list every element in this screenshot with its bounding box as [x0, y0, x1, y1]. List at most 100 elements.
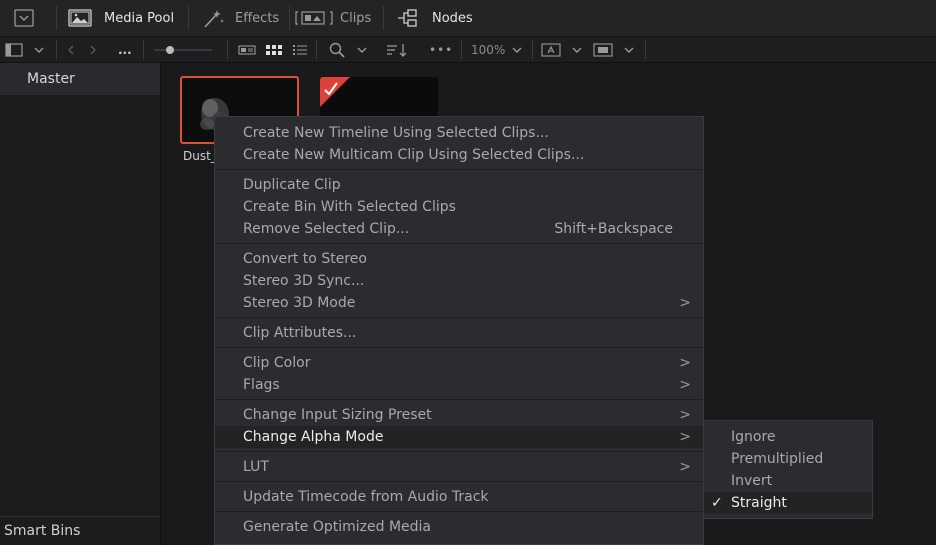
- zoom-dropdown[interactable]: 100%: [471, 37, 523, 62]
- menu-divider: [215, 481, 703, 482]
- menu-item-stereo-mode[interactable]: Stereo 3D Mode >: [215, 292, 703, 314]
- menu-divider: [215, 243, 703, 244]
- media-pool-label: Media Pool: [104, 10, 175, 26]
- menu-item-stereo-sync[interactable]: Stereo 3D Sync...: [215, 270, 703, 292]
- thumbnail-size-slider[interactable]: [152, 37, 214, 62]
- menu-item-clip-attributes[interactable]: Clip Attributes...: [215, 322, 703, 344]
- chevron-right-icon: >: [679, 407, 691, 423]
- sidebar-icon: [5, 42, 23, 57]
- submenu-item-label: Premultiplied: [731, 451, 824, 467]
- divider: [316, 40, 317, 59]
- effects-tab[interactable]: Effects: [202, 0, 279, 36]
- magic-wand-icon: [204, 10, 224, 28]
- menu-item-convert-stereo[interactable]: Convert to Stereo: [215, 248, 703, 270]
- menu-divider: [215, 169, 703, 170]
- menu-divider: [215, 399, 703, 400]
- menu-divider: [215, 511, 703, 512]
- alpha-option-invert[interactable]: Invert: [704, 470, 872, 492]
- chevron-right-icon: [90, 45, 96, 54]
- alpha-option-ignore[interactable]: Ignore: [704, 426, 872, 448]
- menu-divider: [215, 317, 703, 318]
- menu-item-duplicate-clip[interactable]: Duplicate Clip: [215, 174, 703, 196]
- chevron-down-box-icon: [14, 9, 34, 27]
- divider: [289, 6, 290, 30]
- panel-collapse-button[interactable]: [14, 0, 34, 36]
- menu-item-flags[interactable]: Flags >: [215, 374, 703, 396]
- chevron-down-icon: [624, 47, 634, 53]
- context-menu: Create New Timeline Using Selected Clips…: [214, 116, 704, 545]
- menu-item-create-multicam[interactable]: Create New Multicam Clip Using Selected …: [215, 144, 703, 166]
- back-button[interactable]: [66, 37, 76, 62]
- divider: [56, 6, 57, 30]
- menu-item-label: Create New Timeline Using Selected Clips…: [243, 125, 549, 141]
- metadata-view-icon: [238, 44, 256, 55]
- smart-bins-header[interactable]: Smart Bins: [0, 516, 160, 545]
- menu-item-clip-color[interactable]: Clip Color >: [215, 352, 703, 374]
- divider: [143, 40, 144, 59]
- zoom-value: 100%: [471, 42, 506, 57]
- menu-item-label: Change Input Sizing Preset: [243, 407, 432, 423]
- menu-item-label: Create Bin With Selected Clips: [243, 199, 456, 215]
- sidebar-options-dropdown[interactable]: [33, 37, 45, 62]
- more-options-button[interactable]: •••: [429, 37, 453, 62]
- grid-icon: [266, 44, 282, 55]
- chevron-right-icon: >: [679, 355, 691, 371]
- menu-item-label: Generate Optimized Media: [243, 519, 431, 535]
- chevron-down-icon: [34, 47, 44, 53]
- sort-icon: [387, 43, 407, 57]
- nodes-tab[interactable]: Nodes: [396, 0, 473, 36]
- bin-path[interactable]: ...: [118, 37, 132, 62]
- viewer-icon: [593, 42, 613, 57]
- menu-item-input-sizing[interactable]: Change Input Sizing Preset >: [215, 404, 703, 426]
- chevron-left-icon: [68, 45, 74, 54]
- menu-item-create-timeline[interactable]: Create New Timeline Using Selected Clips…: [215, 122, 703, 144]
- alpha-option-straight[interactable]: ✓ Straight: [704, 492, 872, 514]
- sort-button[interactable]: [386, 37, 408, 62]
- effects-label: Effects: [235, 10, 280, 26]
- display-options-dropdown[interactable]: [571, 37, 583, 62]
- menu-item-label: Stereo 3D Sync...: [243, 273, 365, 289]
- menu-item-generate-optimized[interactable]: Generate Optimized Media: [215, 516, 703, 538]
- alpha-option-premultiplied[interactable]: Premultiplied: [704, 448, 872, 470]
- chevron-down-icon: [572, 47, 582, 53]
- checkmark-icon: ✓: [711, 495, 723, 511]
- forward-button[interactable]: [88, 37, 98, 62]
- menu-item-remove-clip[interactable]: Remove Selected Clip... Shift+Backspace: [215, 218, 703, 240]
- nodes-icon: [398, 9, 417, 27]
- divider: [227, 40, 228, 59]
- metadata-view-button[interactable]: [238, 37, 256, 62]
- menu-item-alpha-mode[interactable]: Change Alpha Mode >: [215, 426, 703, 448]
- search-options-dropdown[interactable]: [356, 37, 368, 62]
- divider: [532, 40, 533, 59]
- clips-label: Clips: [340, 10, 372, 26]
- search-button[interactable]: [329, 37, 345, 62]
- menu-item-lut[interactable]: LUT >: [215, 456, 703, 478]
- menu-item-label: Duplicate Clip: [243, 177, 341, 193]
- menu-item-label: Flags: [243, 377, 280, 393]
- divider: [461, 40, 462, 59]
- chevron-right-icon: >: [679, 429, 691, 445]
- submenu-item-label: Straight: [731, 495, 787, 511]
- nodes-label: Nodes: [432, 10, 473, 26]
- media-pool-tab[interactable]: Media Pool: [68, 0, 174, 36]
- list-view-button[interactable]: [292, 37, 308, 62]
- media-pool-toolbar: ... ••• 100%: [0, 37, 936, 63]
- list-icon: [293, 44, 307, 55]
- menu-item-create-bin[interactable]: Create Bin With Selected Clips: [215, 196, 703, 218]
- divider: [56, 40, 57, 59]
- menu-item-label: Change Alpha Mode: [243, 429, 384, 445]
- divider: [383, 6, 384, 30]
- flag-corner-icon: [320, 77, 350, 107]
- bin-sidebar: Master Smart Bins: [0, 63, 161, 545]
- clip-name: Dust_: [183, 149, 217, 163]
- bin-master[interactable]: Master: [0, 63, 160, 95]
- audio-waveform-button[interactable]: [541, 37, 561, 62]
- sidebar-toggle-button[interactable]: [5, 37, 23, 62]
- clips-tab[interactable]: Clips: [294, 0, 371, 36]
- menu-item-update-timecode[interactable]: Update Timecode from Audio Track: [215, 486, 703, 508]
- chevron-right-icon: >: [679, 295, 691, 311]
- viewer-options-dropdown[interactable]: [623, 37, 635, 62]
- thumbnail-view-button[interactable]: [265, 37, 283, 62]
- viewer-mode-button[interactable]: [593, 37, 613, 62]
- film-strip-icon: [295, 11, 333, 25]
